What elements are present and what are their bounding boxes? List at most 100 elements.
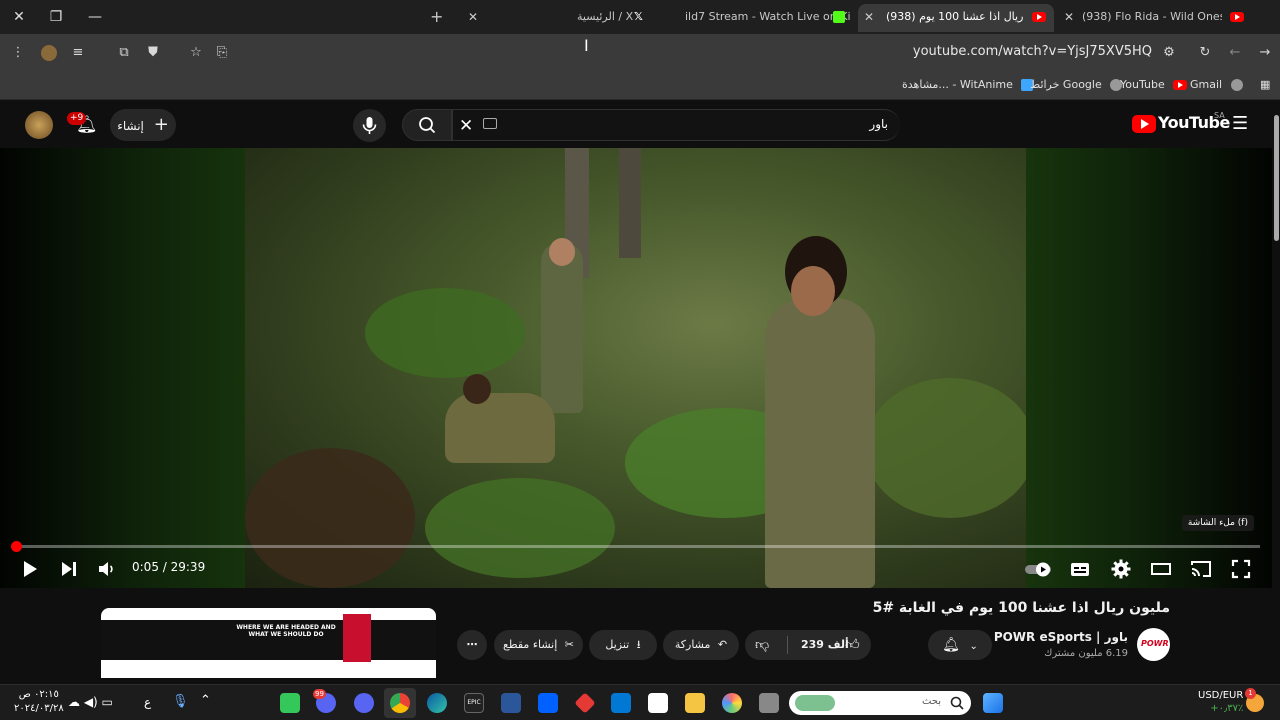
address-bar[interactable]: youtube.com/watch?v=YjsJ75XV5HQ (913, 44, 1152, 59)
progress-scrubber[interactable] (10, 541, 22, 552)
person-figure (541, 243, 583, 413)
new-tab-button[interactable]: + (430, 4, 456, 32)
currency-widget[interactable]: USD/EUR +٠٫٣٧٪ (1198, 689, 1243, 715)
subtitles-button[interactable] (1067, 556, 1093, 582)
ad-banner[interactable]: WHERE WE ARE HEADED AND WHAT WE SHOULD D… (101, 608, 436, 678)
minimize-window-icon[interactable]: — (83, 6, 107, 28)
scroll-thumb[interactable] (1274, 115, 1279, 241)
more-actions-button[interactable]: ⋯ (457, 630, 487, 660)
outlook-icon[interactable] (611, 693, 631, 713)
youtube-logo-icon[interactable] (1132, 115, 1156, 133)
currency-change: +٠٫٣٧٪ (1210, 703, 1244, 714)
app-icon[interactable] (574, 692, 596, 714)
install-app-icon[interactable]: ⎘ (212, 43, 232, 63)
mic-tray-icon[interactable]: 🎙︎ (172, 694, 189, 709)
input-language[interactable]: ع (144, 695, 151, 709)
dislike-button[interactable]: 👎︎ (755, 630, 769, 660)
tab-youtube-active[interactable]: ✕ (938) مليون ريال اذا عشنا 100 يوم (858, 4, 1054, 32)
extensions-icon[interactable]: ⧉ (114, 43, 134, 63)
apps-grid-icon[interactable]: ▦ (1260, 78, 1270, 91)
close-tab-icon[interactable]: ✕ (864, 4, 874, 30)
bookmark-witanime[interactable]: مشاهدة... - WitAnime (902, 78, 1034, 91)
video-frame[interactable] (245, 148, 1026, 588)
share-button[interactable]: مشاركة ↶ (663, 630, 739, 660)
close-tab-icon[interactable]: ✕ (1064, 4, 1074, 30)
browser-toolbar: ⋮ ≡ ⧉ ⛊ ☆ ⎘ youtube.com/watch?v=YjsJ75XV… (0, 34, 1280, 72)
close-window-icon[interactable]: ✕ (7, 6, 31, 28)
voice-search-button[interactable] (353, 109, 386, 142)
search-input[interactable]: ✕ باور (452, 109, 900, 141)
tab-kick[interactable]: ild7 Stream - Watch Live on Kick (660, 4, 850, 32)
file-explorer-icon[interactable] (685, 693, 705, 713)
clear-search-icon[interactable]: ✕ (459, 116, 473, 136)
chrome-icon[interactable] (390, 693, 410, 713)
progress-bar[interactable] (10, 541, 1260, 552)
subscribed-notifications-button[interactable]: 🔔︎ ⌄ (928, 630, 992, 660)
create-button[interactable]: إنشاء + (110, 109, 176, 141)
ad-book-cover (343, 614, 371, 662)
back-icon[interactable]: → (1255, 43, 1275, 63)
person-face (791, 266, 835, 316)
channel-name[interactable]: باور | POWR eSports (994, 630, 1128, 644)
copilot-icon[interactable] (722, 693, 742, 713)
reading-list-icon[interactable]: ≡ (68, 43, 88, 63)
taskbar-app-icon[interactable] (280, 693, 300, 713)
menu-dots-icon[interactable]: ⋮ (8, 43, 28, 63)
windows-search-input[interactable]: بحث (789, 691, 971, 715)
system-clock[interactable]: ٠٢:١٥ ص ٢٠٢٤/٠٣/٢٨ (14, 688, 64, 716)
dropbox-icon[interactable] (538, 693, 558, 713)
microsoft-store-icon[interactable] (648, 693, 668, 713)
bookmark-gmail[interactable]: Gmail (1190, 78, 1243, 91)
search-placeholder: بحث (921, 696, 941, 707)
youtube-icon (1230, 12, 1244, 22)
bookmark-youtube[interactable]: YouTube (1120, 78, 1188, 91)
cast-icon (1191, 561, 1211, 577)
bookmark-google-maps[interactable]: خرائط Google (1030, 78, 1123, 91)
tray-icons[interactable]: ☁ ◀) ▭ (68, 695, 113, 709)
hamburger-menu-icon[interactable]: ☰ (1232, 113, 1248, 134)
youtube-icon (1032, 12, 1046, 22)
theater-mode-button[interactable] (1148, 556, 1174, 582)
settings-button[interactable] (1108, 556, 1134, 582)
forward-icon[interactable]: ← (1225, 43, 1245, 63)
mute-button[interactable] (94, 556, 120, 582)
reload-icon[interactable]: ↻ (1195, 43, 1215, 63)
discord-icon[interactable] (354, 693, 374, 713)
tab-youtube[interactable]: ✕ (938) Flo Rida - Wild Ones ft. Sia (1060, 4, 1256, 32)
restore-window-icon[interactable]: ❐ (44, 6, 68, 28)
clip-button[interactable]: إنشاء مقطع ✂ (494, 630, 583, 660)
like-button-icon[interactable]: 👍︎ (845, 630, 860, 660)
clip-label: إنشاء مقطع (502, 638, 558, 651)
bookmark-star-icon[interactable]: ☆ (186, 43, 206, 63)
bell-icon: 🔔︎ (942, 637, 960, 653)
search-button[interactable] (402, 109, 452, 141)
mic-icon (362, 117, 377, 134)
windows-start-icon[interactable] (983, 693, 1003, 713)
download-button[interactable]: تنزيل ⭳ (589, 630, 657, 660)
site-settings-icon[interactable]: ⚙ (1159, 43, 1179, 63)
person-head (463, 374, 491, 404)
cast-button[interactable] (1188, 556, 1214, 582)
edge-icon[interactable] (427, 693, 447, 713)
account-avatar[interactable] (25, 111, 53, 139)
keyboard-icon[interactable] (483, 118, 497, 129)
epic-games-icon[interactable]: EPIC (464, 693, 484, 713)
page-scrollbar[interactable] (1272, 101, 1280, 684)
channel-avatar[interactable]: POWR (1137, 628, 1170, 661)
clock-date: ٢٠٢٤/٠٣/٢٨ (14, 703, 64, 714)
fullscreen-button[interactable] (1228, 556, 1254, 582)
video-player[interactable]: ملء الشاشة (f) 0:05 / 29:39 (0, 148, 1272, 588)
chevron-up-icon[interactable]: ⌃ (200, 693, 211, 708)
close-tab-icon[interactable]: ✕ (468, 4, 478, 30)
person-figure (445, 393, 555, 463)
autoplay-toggle[interactable] (1024, 556, 1051, 582)
tab-title: (938) مليون ريال اذا عشنا 100 يوم (886, 10, 1026, 23)
shield-icon[interactable]: ⛊ (143, 43, 163, 63)
next-button[interactable] (56, 556, 82, 582)
plus-icon: + (153, 114, 169, 135)
tab-x[interactable]: ✕ الرئيسية / X 𝕏 (464, 4, 654, 32)
task-view-icon[interactable] (759, 693, 779, 713)
app-icon[interactable] (501, 693, 521, 713)
profile-avatar[interactable] (39, 43, 59, 63)
play-button[interactable] (16, 556, 42, 582)
